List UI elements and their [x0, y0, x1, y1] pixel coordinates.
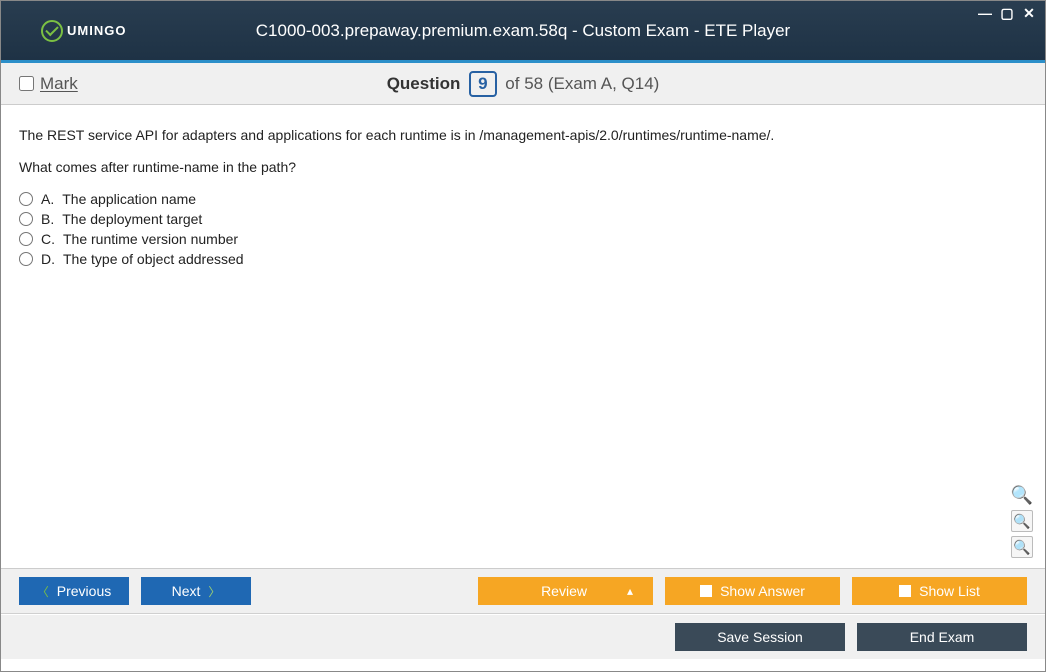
close-icon[interactable]: ✕: [1021, 5, 1037, 22]
mark-label: Mark: [40, 74, 78, 94]
maximize-icon[interactable]: ▢: [999, 5, 1015, 22]
next-button[interactable]: Next 〉: [141, 577, 251, 605]
zoom-reset-icon[interactable]: 🔍: [1011, 484, 1033, 506]
minimize-icon[interactable]: —: [977, 5, 993, 22]
caret-up-icon: ▴: [627, 584, 633, 598]
option-text: The type of object addressed: [63, 251, 244, 267]
option-letter: A.: [41, 191, 54, 207]
review-button[interactable]: Review ▴: [478, 577, 653, 605]
logo-checkmark-icon: [41, 20, 63, 42]
window-title: C1000-003.prepaway.premium.exam.58q - Cu…: [1, 21, 1045, 41]
option-a[interactable]: A. The application name: [19, 191, 1027, 207]
option-letter: D.: [41, 251, 55, 267]
save-session-button[interactable]: Save Session: [675, 623, 845, 651]
question-stem-1: The REST service API for adapters and ap…: [19, 127, 1027, 143]
option-d[interactable]: D. The type of object addressed: [19, 251, 1027, 267]
zoom-in-icon[interactable]: 🔍: [1011, 510, 1033, 532]
option-letter: C.: [41, 231, 55, 247]
previous-label: Previous: [57, 583, 111, 599]
option-d-radio[interactable]: [19, 252, 33, 266]
show-answer-button[interactable]: Show Answer: [665, 577, 840, 605]
option-c-radio[interactable]: [19, 232, 33, 246]
option-letter: B.: [41, 211, 54, 227]
option-text: The deployment target: [62, 211, 202, 227]
option-b-radio[interactable]: [19, 212, 33, 226]
footer-row-1: 〈 Previous Next 〉 Review ▴ Show Answer S…: [1, 569, 1045, 614]
question-stem-2: What comes after runtime-name in the pat…: [19, 159, 1027, 175]
show-answer-label: Show Answer: [720, 583, 805, 599]
answer-options: A. The application name B. The deploymen…: [19, 191, 1027, 267]
app-logo: UMINGO: [41, 20, 126, 42]
chevron-right-icon: 〉: [208, 583, 220, 600]
zoom-out-icon[interactable]: 🔍: [1011, 536, 1033, 558]
option-b[interactable]: B. The deployment target: [19, 211, 1027, 227]
show-list-button[interactable]: Show List: [852, 577, 1027, 605]
option-c[interactable]: C. The runtime version number: [19, 231, 1027, 247]
current-question-number: 9: [469, 71, 496, 97]
checkbox-indicator-icon: [700, 585, 712, 597]
next-label: Next: [172, 583, 201, 599]
checkbox-indicator-icon: [899, 585, 911, 597]
zoom-controls: 🔍 🔍 🔍: [1011, 484, 1033, 558]
question-header: Mark Question 9 of 58 (Exam A, Q14): [1, 63, 1045, 105]
option-text: The application name: [62, 191, 196, 207]
end-exam-button[interactable]: End Exam: [857, 623, 1027, 651]
title-bar: UMINGO C1000-003.prepaway.premium.exam.5…: [1, 1, 1045, 63]
brand-text: UMINGO: [67, 23, 126, 38]
previous-button[interactable]: 〈 Previous: [19, 577, 129, 605]
option-text: The runtime version number: [63, 231, 238, 247]
chevron-left-icon: 〈: [37, 583, 49, 600]
footer-row-2: Save Session End Exam: [1, 614, 1045, 659]
mark-checkbox-wrap[interactable]: Mark: [19, 74, 78, 94]
question-counter: Question 9 of 58 (Exam A, Q14): [1, 71, 1045, 97]
window-controls: — ▢ ✕: [977, 5, 1037, 22]
review-label: Review: [541, 583, 587, 599]
question-content: The REST service API for adapters and ap…: [1, 105, 1045, 569]
option-a-radio[interactable]: [19, 192, 33, 206]
end-exam-label: End Exam: [910, 629, 975, 645]
save-session-label: Save Session: [717, 629, 803, 645]
question-total: of 58 (Exam A, Q14): [505, 74, 659, 93]
show-list-label: Show List: [919, 583, 980, 599]
mark-checkbox[interactable]: [19, 76, 34, 91]
question-label: Question: [387, 74, 461, 93]
